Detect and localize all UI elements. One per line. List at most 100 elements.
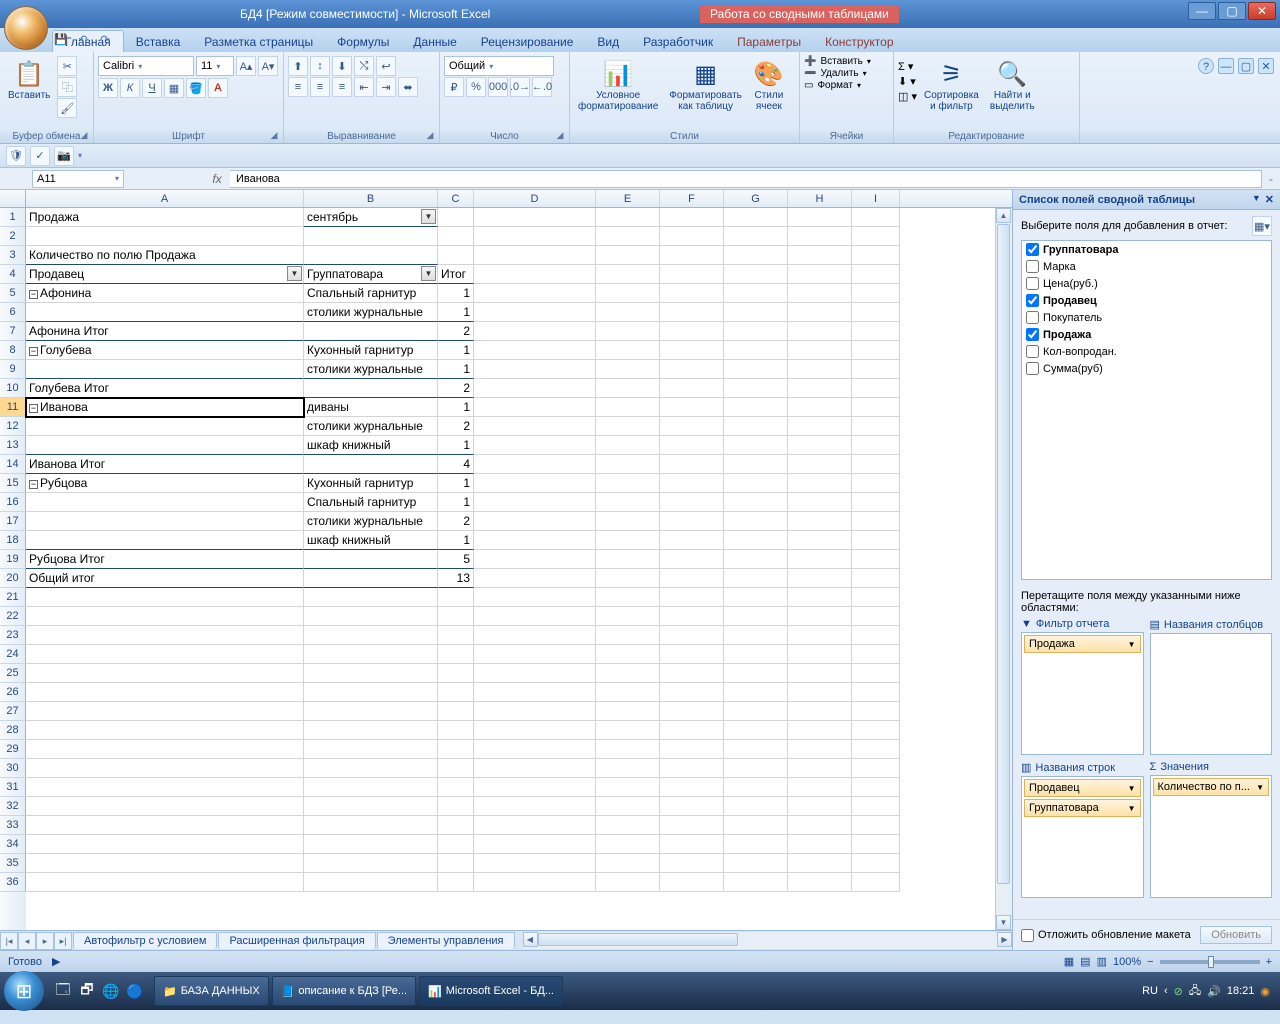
cell-E28[interactable] bbox=[596, 721, 660, 740]
cell-B31[interactable] bbox=[304, 778, 438, 797]
cell-C28[interactable] bbox=[438, 721, 474, 740]
field-list-dropdown-icon[interactable]: ▼ bbox=[1252, 193, 1261, 206]
cell-H19[interactable] bbox=[788, 550, 852, 569]
cell-G15[interactable] bbox=[724, 474, 788, 493]
cell-H35[interactable] bbox=[788, 854, 852, 873]
copy-button[interactable]: ⿻ bbox=[57, 77, 77, 97]
cell-E33[interactable] bbox=[596, 816, 660, 835]
cell-I34[interactable] bbox=[852, 835, 900, 854]
cell-F19[interactable] bbox=[660, 550, 724, 569]
cell-H29[interactable] bbox=[788, 740, 852, 759]
cell-I3[interactable] bbox=[852, 246, 900, 265]
collapse-button[interactable]: − bbox=[29, 290, 38, 299]
cell-F12[interactable] bbox=[660, 417, 724, 436]
cell-A9[interactable] bbox=[26, 360, 304, 379]
cell-D4[interactable] bbox=[474, 265, 596, 284]
cell-B35[interactable] bbox=[304, 854, 438, 873]
cell-C34[interactable] bbox=[438, 835, 474, 854]
cell-B23[interactable] bbox=[304, 626, 438, 645]
cell-G14[interactable] bbox=[724, 455, 788, 474]
cell-B4[interactable]: Группатовара▼ bbox=[304, 265, 438, 284]
cell-C21[interactable] bbox=[438, 588, 474, 607]
cell-I31[interactable] bbox=[852, 778, 900, 797]
cell-I27[interactable] bbox=[852, 702, 900, 721]
cell-I10[interactable] bbox=[852, 379, 900, 398]
cell-I25[interactable] bbox=[852, 664, 900, 683]
cell-H10[interactable] bbox=[788, 379, 852, 398]
cell-C29[interactable] bbox=[438, 740, 474, 759]
cell-F18[interactable] bbox=[660, 531, 724, 550]
cell-E20[interactable] bbox=[596, 569, 660, 588]
close-button[interactable]: ✕ bbox=[1248, 2, 1276, 20]
cell-H28[interactable] bbox=[788, 721, 852, 740]
cell-H16[interactable] bbox=[788, 493, 852, 512]
cell-B29[interactable] bbox=[304, 740, 438, 759]
cell-A4[interactable]: Продавец▼ bbox=[26, 265, 304, 284]
cell-H25[interactable] bbox=[788, 664, 852, 683]
help-button[interactable]: ? bbox=[1198, 58, 1214, 74]
cell-H2[interactable] bbox=[788, 227, 852, 246]
cell-F25[interactable] bbox=[660, 664, 724, 683]
worksheet-grid[interactable]: ABCDEFGHI 123456789101112131415161718192… bbox=[0, 190, 1012, 930]
cell-G33[interactable] bbox=[724, 816, 788, 835]
cell-H23[interactable] bbox=[788, 626, 852, 645]
tab-Вставка[interactable]: Вставка bbox=[124, 31, 193, 52]
cell-A18[interactable] bbox=[26, 531, 304, 550]
cell-I23[interactable] bbox=[852, 626, 900, 645]
cell-D36[interactable] bbox=[474, 873, 596, 892]
cell-D18[interactable] bbox=[474, 531, 596, 550]
cell-B27[interactable] bbox=[304, 702, 438, 721]
tray-chevron-icon[interactable]: ‹ bbox=[1164, 985, 1168, 997]
cell-B18[interactable]: шкаф книжный bbox=[304, 531, 438, 550]
cell-I1[interactable] bbox=[852, 208, 900, 227]
cell-C12[interactable]: 2 bbox=[438, 417, 474, 436]
cell-I21[interactable] bbox=[852, 588, 900, 607]
cell-B7[interactable] bbox=[304, 322, 438, 341]
cell-H8[interactable] bbox=[788, 341, 852, 360]
cell-F34[interactable] bbox=[660, 835, 724, 854]
scroll-right-button[interactable]: ▶ bbox=[997, 932, 1012, 947]
field-Покупатель[interactable]: Покупатель bbox=[1022, 309, 1271, 326]
cell-F21[interactable] bbox=[660, 588, 724, 607]
cell-G31[interactable] bbox=[724, 778, 788, 797]
cell-I13[interactable] bbox=[852, 436, 900, 455]
row-header-4[interactable]: 4 bbox=[0, 265, 26, 284]
cell-F2[interactable] bbox=[660, 227, 724, 246]
find-select-button[interactable]: 🔍Найти и выделить bbox=[986, 56, 1039, 114]
cell-A8[interactable]: −Голубева bbox=[26, 341, 304, 360]
last-sheet-button[interactable]: ▸| bbox=[54, 932, 72, 950]
cell-E23[interactable] bbox=[596, 626, 660, 645]
minimize-ribbon-button[interactable]: ― bbox=[1218, 58, 1234, 74]
row-header-1[interactable]: 1 bbox=[0, 208, 26, 227]
cell-C26[interactable] bbox=[438, 683, 474, 702]
cell-C8[interactable]: 1 bbox=[438, 341, 474, 360]
autosum-button[interactable]: Σ ▾ bbox=[898, 60, 917, 73]
cell-A33[interactable] bbox=[26, 816, 304, 835]
cell-A6[interactable] bbox=[26, 303, 304, 322]
cell-F4[interactable] bbox=[660, 265, 724, 284]
row-header-7[interactable]: 7 bbox=[0, 322, 26, 341]
filter-dropdown[interactable]: ▼ bbox=[421, 209, 436, 224]
area-chip-Группатовара[interactable]: Группатовара▼ bbox=[1024, 799, 1141, 817]
cell-D8[interactable] bbox=[474, 341, 596, 360]
orientation-button[interactable]: ⤭ bbox=[354, 56, 374, 76]
cell-H20[interactable] bbox=[788, 569, 852, 588]
cell-A20[interactable]: Общий итог bbox=[26, 569, 304, 588]
cell-A11[interactable]: −Иванова bbox=[26, 398, 304, 417]
cell-C3[interactable] bbox=[438, 246, 474, 265]
cell-B14[interactable] bbox=[304, 455, 438, 474]
cell-D1[interactable] bbox=[474, 208, 596, 227]
view-normal-button[interactable]: ▦ bbox=[1064, 955, 1074, 968]
cell-B22[interactable] bbox=[304, 607, 438, 626]
cell-D26[interactable] bbox=[474, 683, 596, 702]
values-area[interactable]: Количество по п...▼ bbox=[1150, 775, 1273, 898]
row-header-30[interactable]: 30 bbox=[0, 759, 26, 778]
fx-button[interactable]: fx bbox=[204, 172, 230, 186]
cell-C25[interactable] bbox=[438, 664, 474, 683]
cell-G36[interactable] bbox=[724, 873, 788, 892]
cell-I16[interactable] bbox=[852, 493, 900, 512]
cell-D27[interactable] bbox=[474, 702, 596, 721]
area-chip-Продавец[interactable]: Продавец▼ bbox=[1024, 779, 1141, 797]
column-labels-area[interactable] bbox=[1150, 633, 1273, 755]
cell-E31[interactable] bbox=[596, 778, 660, 797]
